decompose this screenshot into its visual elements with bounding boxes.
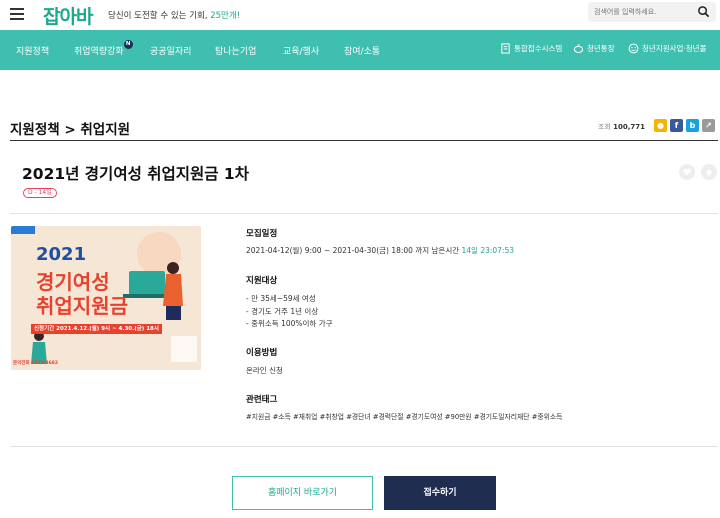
nav-link-integrated-system[interactable]: 통합접수시스템 [500,43,562,54]
nav-link-youth-account[interactable]: 청년통장 [573,43,615,54]
post-title: 2021년 경기여성 취업지원금 1차 [22,165,249,183]
target-label: 지원대상 [246,276,278,286]
tagline-highlight: 25만개! [210,11,241,21]
apply-button[interactable]: 접수하기 [384,476,496,510]
document-icon [501,43,510,54]
view-count-value: 100,771 [613,123,646,131]
nav-item-public-jobs[interactable]: 공공일자리 [150,44,191,57]
smile-face-icon [628,43,639,54]
target-line: - 중위소득 100%이하 가구 [246,319,333,328]
piggy-bank-icon [573,44,584,53]
homepage-button[interactable]: 홈페이지 바로가기 [232,476,373,510]
main-nav: 지원정책 취업역량강화 N 공공일자리 탐나는기업 교육/행사 참여/소통 통합접… [0,30,720,70]
search-input[interactable] [594,5,690,19]
nav-item-companies[interactable]: 탐나는기업 [215,44,256,57]
bell-icon [706,169,712,177]
content-divider [10,446,718,447]
schedule-text: 2021-04-12(월) 9:00 ~ 2021-04-30(금) 18:00… [246,245,514,256]
share-icon[interactable]: ↗ [702,119,715,132]
remaining-time: 14일 23:07:53 [461,246,515,255]
view-count-label: 조회 [598,123,611,131]
blog-share-icon[interactable]: b [686,119,699,132]
search-icon[interactable] [697,5,710,18]
poster-period: 신청기간 2021.4.12.(월) 9시 ~ 4.30.(금) 18시 [31,324,162,334]
site-logo[interactable]: 잡아바 [43,2,93,29]
facebook-share-icon[interactable]: f [670,119,683,132]
poster-image: 2021 경기여성 취업지원금 신청기간 2021.4.12.(월) 9시 ~ … [11,226,201,370]
like-button[interactable] [679,164,695,180]
heart-icon [683,168,691,176]
tagline-prefix: 당신이 도전할 수 있는 기회, [108,11,211,21]
heading-divider [10,140,718,141]
method-text: 온라인 신청 [246,366,283,375]
nav-link-label: 청년통장 [587,44,615,53]
poster-contact: 문의전화 1522-3682 [13,361,59,366]
nav-item-participation[interactable]: 참여/소통 [344,44,380,57]
nav-item-education-events[interactable]: 교육/행사 [283,44,319,57]
nav-link-youth-programs[interactable]: 청년지원사업·청년몰 [628,43,706,54]
tags-label: 관련태그 [246,395,278,405]
poster-year: 2021 [36,244,87,265]
top-header: 잡아바 당신이 도전할 수 있는 기회, 25만개! [0,0,720,30]
nav-link-label: 통합접수시스템 [514,44,563,53]
kakaostory-share-icon[interactable]: ● [654,119,667,132]
schedule-label: 모집일정 [246,229,278,239]
nav-link-label: 청년지원사업·청년몰 [642,44,707,53]
poster-heading-2: 취업지원금 [36,294,128,318]
target-line: - 만 35세~59세 여성 [246,294,316,303]
page-title: 지원정책 > 취업지원 [10,122,131,138]
schedule-range: 2021-04-12(월) 9:00 ~ 2021-04-30(금) 18:00… [246,246,462,255]
nav-item-support-policy[interactable]: 지원정책 [16,44,49,57]
tags-text[interactable]: #지원금 #소득 #재취업 #취창업 #경단녀 #경력단절 #경기도여성 #90… [246,411,562,421]
dday-badge: D - 14일 [23,188,57,198]
menu-icon[interactable] [10,8,24,20]
view-count: 조회 100,771 [598,122,645,132]
target-line: - 경기도 거주 1년 이상 [246,307,319,316]
new-badge: N [123,40,133,49]
title-divider [10,213,718,214]
nav-item-label: 취업역량강화 [74,47,124,57]
site-tagline: 당신이 도전할 수 있는 기회, 25만개! [108,9,240,21]
alarm-button[interactable] [701,164,717,180]
search-box [588,2,716,22]
method-label: 이용방법 [246,348,278,358]
nav-item-job-skills[interactable]: 취업역량강화 N [74,40,133,57]
